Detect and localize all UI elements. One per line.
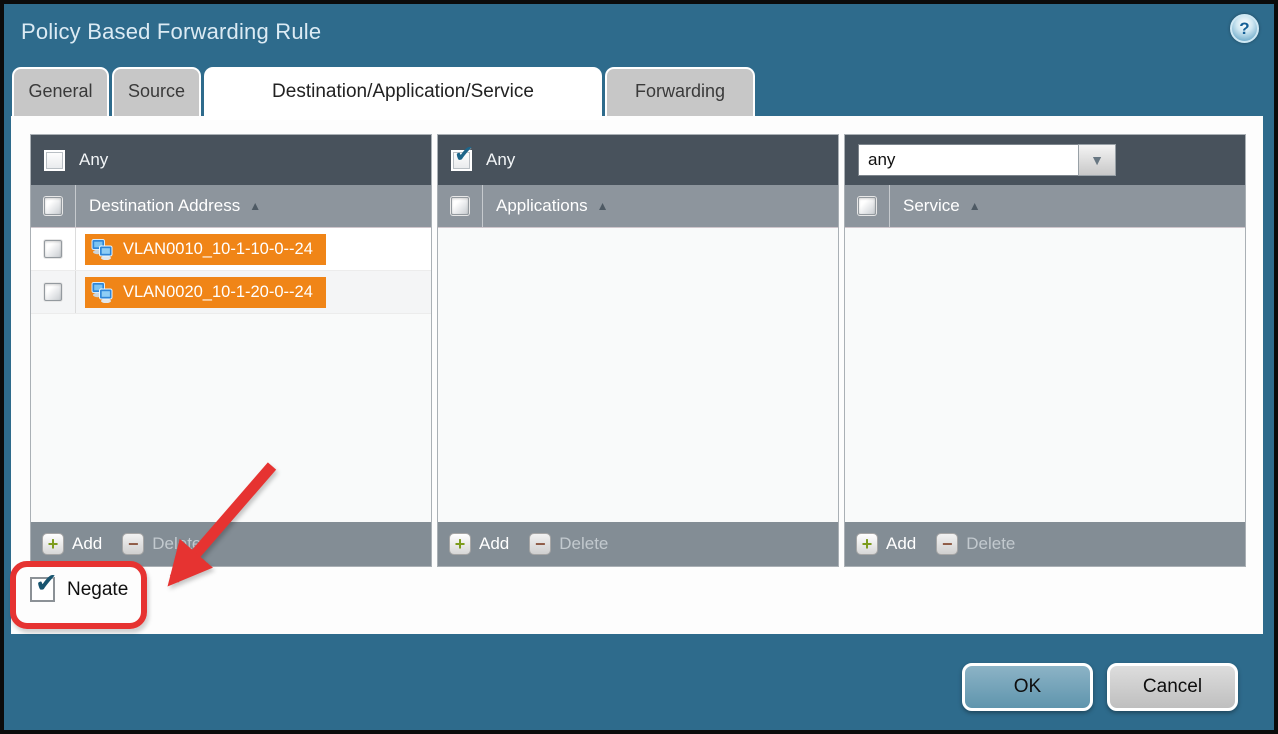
delete-label: Delete: [966, 534, 1015, 554]
destination-address-column: Any Destination Address ▲: [30, 134, 432, 567]
ok-button[interactable]: OK: [962, 663, 1093, 711]
chevron-down-icon: ▼: [1090, 152, 1104, 168]
network-computers-icon: [90, 238, 114, 260]
negate-row: ✔ Negate: [30, 577, 128, 602]
applications-select-all-checkbox[interactable]: [451, 197, 469, 215]
pbf-rule-dialog: Policy Based Forwarding Rule ? General S…: [0, 0, 1278, 734]
checkmark-icon: ✔: [35, 570, 58, 597]
destination-column-header: Destination Address ▲: [31, 185, 431, 228]
applications-add-button[interactable]: + Add: [449, 533, 509, 555]
delete-icon: −: [936, 533, 958, 555]
applications-column: ✔ Any Applications ▲ + Add −: [437, 134, 839, 567]
service-column: any ▼ Service ▲ + Add: [844, 134, 1246, 567]
destination-delete-button[interactable]: − Delete: [122, 533, 201, 555]
row-checkbox[interactable]: [44, 240, 62, 258]
tab-forwarding[interactable]: Forwarding: [605, 67, 755, 116]
destination-address-list: VLAN0010_10-1-10-0--24: [31, 228, 431, 522]
service-list: [845, 228, 1245, 522]
tab-bar: General Source Destination/Application/S…: [12, 67, 755, 120]
applications-any-label: Any: [486, 150, 515, 170]
applications-list: [438, 228, 838, 522]
delete-icon: −: [529, 533, 551, 555]
destination-any-bar: Any: [31, 135, 431, 185]
service-dropdown[interactable]: any ▼: [858, 144, 1116, 176]
sort-ascending-icon: ▲: [597, 199, 609, 213]
destination-add-button[interactable]: + Add: [42, 533, 102, 555]
destination-any-label: Any: [79, 150, 108, 170]
tab-source[interactable]: Source: [112, 67, 201, 116]
row-checkbox[interactable]: [44, 283, 62, 301]
service-footer: + Add − Delete: [845, 522, 1245, 566]
add-icon: +: [42, 533, 64, 555]
network-computers-icon: [90, 281, 114, 303]
service-dropdown-value: any: [858, 144, 1078, 176]
service-add-button[interactable]: + Add: [856, 533, 916, 555]
address-object-name: VLAN0010_10-1-10-0--24: [123, 240, 313, 259]
tab-content-panel: Any Destination Address ▲: [11, 116, 1263, 634]
service-column-header: Service ▲: [845, 185, 1245, 228]
cancel-button[interactable]: Cancel: [1107, 663, 1238, 711]
help-icon[interactable]: ?: [1230, 14, 1259, 43]
applications-any-checkbox[interactable]: ✔: [451, 150, 472, 171]
delete-icon: −: [122, 533, 144, 555]
destination-header-label[interactable]: Destination Address: [89, 196, 240, 216]
sort-ascending-icon: ▲: [249, 199, 261, 213]
destination-any-checkbox[interactable]: [44, 150, 65, 171]
tab-general[interactable]: General: [12, 67, 109, 116]
add-label: Add: [886, 534, 916, 554]
selector-columns: Any Destination Address ▲: [30, 134, 1246, 567]
applications-any-bar: ✔ Any: [438, 135, 838, 185]
applications-column-header: Applications ▲: [438, 185, 838, 228]
tab-destination-application-service[interactable]: Destination/Application/Service: [204, 67, 602, 120]
negate-label: Negate: [67, 579, 128, 601]
service-select-all-checkbox[interactable]: [858, 197, 876, 215]
address-row-vlan0010: VLAN0010_10-1-10-0--24: [31, 228, 431, 271]
service-delete-button[interactable]: − Delete: [936, 533, 1015, 555]
sort-ascending-icon: ▲: [969, 199, 981, 213]
destination-footer: + Add − Delete: [31, 522, 431, 566]
service-header-label[interactable]: Service: [903, 196, 960, 216]
dropdown-arrow-button[interactable]: ▼: [1078, 144, 1116, 176]
applications-footer: + Add − Delete: [438, 522, 838, 566]
negate-checkbox[interactable]: ✔: [30, 577, 55, 602]
applications-header-label[interactable]: Applications: [496, 196, 588, 216]
address-object-name: VLAN0020_10-1-20-0--24: [123, 283, 313, 302]
delete-label: Delete: [559, 534, 608, 554]
add-icon: +: [856, 533, 878, 555]
help-glyph: ?: [1239, 19, 1249, 39]
service-any-bar: any ▼: [845, 135, 1245, 185]
add-icon: +: [449, 533, 471, 555]
dialog-title: Policy Based Forwarding Rule: [21, 19, 321, 45]
destination-select-all-checkbox[interactable]: [44, 197, 62, 215]
applications-delete-button[interactable]: − Delete: [529, 533, 608, 555]
address-row-vlan0020: VLAN0020_10-1-20-0--24: [31, 271, 431, 314]
checkmark-icon: ✔: [454, 143, 474, 167]
add-label: Add: [479, 534, 509, 554]
delete-label: Delete: [152, 534, 201, 554]
address-object-vlan0020[interactable]: VLAN0020_10-1-20-0--24: [85, 277, 326, 308]
add-label: Add: [72, 534, 102, 554]
address-object-vlan0010[interactable]: VLAN0010_10-1-10-0--24: [85, 234, 326, 265]
